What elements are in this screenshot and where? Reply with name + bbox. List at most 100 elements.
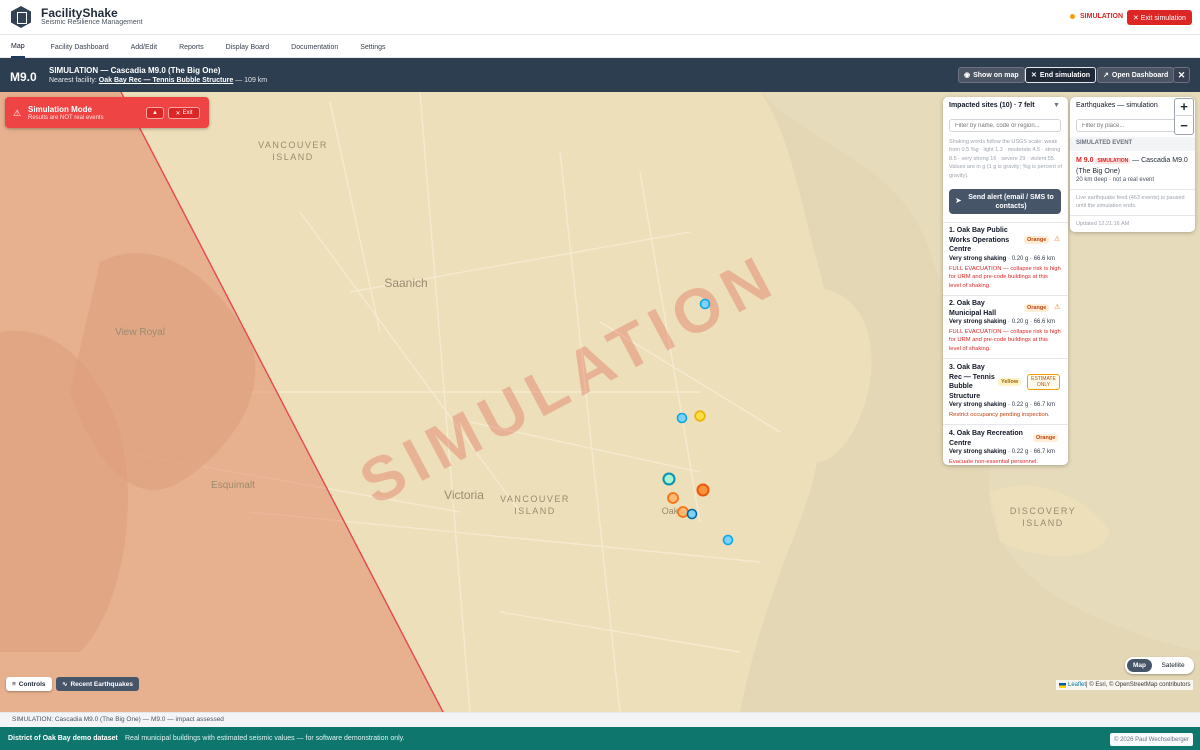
site-shaking: Very strong shaking · 0.22 g · 66.7 km — [949, 402, 1055, 408]
nav-facility-dashboard[interactable]: Facility Dashboard — [51, 36, 109, 58]
place-label: VANCOUVER — [258, 140, 328, 150]
impacted-sites-header: Impacted sites (10) · 7 felt — [949, 102, 1035, 109]
site-shaking: Very strong shaking · 0.20 g · 66.6 km — [949, 319, 1055, 325]
simulation-indicator-label: SIMULATION — [1080, 13, 1124, 20]
alert-level-badge: Orange — [1024, 236, 1050, 244]
open-dashboard-button[interactable]: ↗ Open Dashboard — [1097, 67, 1175, 83]
impacted-site-item[interactable]: 4. Oak Bay Recreation Centre Orange Very… — [943, 424, 1068, 465]
footer-description: Real municipal buildings with estimated … — [125, 735, 405, 742]
impacted-site-item[interactable]: 1. Oak Bay Public Works Operations Centr… — [943, 222, 1068, 293]
divider — [1070, 215, 1195, 216]
site-shaking: Very strong shaking · 0.22 g · 66.7 km — [949, 449, 1055, 455]
site-action: FULL EVACUATION — collapse risk is high … — [949, 329, 1061, 352]
send-alert-button[interactable]: Send alert (email / SMS to contacts) — [949, 189, 1061, 214]
layer-satellite-button[interactable]: Satellite — [1156, 659, 1190, 672]
zoom-out-button[interactable]: − — [1174, 116, 1194, 135]
nearest-prefix: Nearest facility: — [49, 77, 99, 84]
simulation-title: SIMULATION — Cascadia M9.0 (The Big One) — [49, 66, 221, 75]
shaking-values: · 0.20 g · 66.6 km — [1006, 319, 1056, 325]
app-tagline: Seismic Resilience Management — [41, 19, 143, 26]
event-magnitude: M 9.0 — [1076, 157, 1094, 164]
end-simulation-label: End simulation — [1039, 71, 1091, 79]
place-label: DISCOVERY — [1010, 506, 1076, 516]
place-label: Saanich — [384, 276, 427, 290]
close-banner-button[interactable]: ✕ — [1173, 67, 1190, 83]
filter-icon[interactable]: ▼ — [1053, 102, 1060, 109]
facility-marker-blue[interactable] — [686, 508, 698, 520]
footer-dataset: District of Oak Bay demo dataset — [8, 735, 118, 742]
place-label: VANCOUVER — [500, 494, 570, 504]
simulated-event-item[interactable]: M 9.0 SIMULATION — Cascadia M9.0 (The Bi… — [1076, 156, 1191, 176]
warning-icon: ⚠ — [1054, 304, 1061, 311]
site-name: 2. Oak Bay Municipal Hall — [949, 300, 997, 317]
simulation-exit-button[interactable]: ✕ Exit — [168, 107, 200, 119]
status-dot-icon — [1070, 14, 1075, 19]
simulation-tag: SIMULATION — [1095, 158, 1131, 164]
nearest-facility-link[interactable]: Oak Bay Rec — Tennis Bubble Structure — [99, 77, 233, 84]
nearest-facility: Nearest facility: Oak Bay Rec — Tennis B… — [49, 77, 267, 84]
impacted-search-input[interactable] — [949, 119, 1061, 132]
facility-marker-orange[interactable] — [667, 492, 679, 504]
status-bar: SIMULATION: Cascadia M9.0 (The Big One) … — [0, 712, 1200, 727]
place-label: Oak — [662, 506, 679, 516]
zoom-in-button[interactable]: + — [1174, 98, 1194, 116]
show-on-map-button[interactable]: ◉ Show on map — [958, 67, 1025, 83]
estimate-only-badge: ESTIMATE ONLY — [1027, 374, 1060, 390]
leaflet-link[interactable]: Leaflet — [1068, 682, 1086, 688]
facility-marker-orange[interactable] — [696, 483, 710, 497]
facility-marker-blue[interactable] — [722, 534, 734, 546]
place-label: ISLAND — [272, 152, 314, 162]
warning-icon: ⚠ — [1054, 236, 1061, 243]
collapse-card-button[interactable]: ▲ — [146, 107, 164, 119]
simulation-mode-title: Simulation Mode — [28, 105, 92, 114]
nav-add-edit[interactable]: Add/Edit — [131, 36, 157, 58]
site-name: 1. Oak Bay Public Works Operations Centr… — [949, 227, 1010, 253]
shaking-level: Very strong shaking — [949, 402, 1007, 408]
recent-earthquakes-label: Recent Earthquakes — [70, 680, 133, 688]
divider — [1070, 189, 1195, 190]
site-action: Evacuate non-essential personnel. — [949, 459, 1038, 465]
exit-label: Exit — [182, 110, 193, 116]
facility-marker-blue[interactable] — [676, 412, 688, 424]
shaking-values: · 0.20 g · 66.6 km — [1006, 256, 1056, 262]
facility-marker-orange[interactable] — [677, 506, 689, 518]
magnitude-label: M9.0 — [10, 70, 37, 84]
shaking-level: Very strong shaking — [949, 449, 1007, 455]
facility-marker-yellow[interactable] — [694, 410, 706, 422]
eye-icon: ◉ — [964, 72, 971, 79]
impacted-site-item[interactable]: 2. Oak Bay Municipal Hall Orange ⚠ Very … — [943, 295, 1068, 357]
end-simulation-button[interactable]: ✕ End simulation — [1025, 67, 1097, 83]
main-nav: Map Facility Dashboard Add/Edit Reports … — [0, 36, 1200, 58]
alert-level-badge: Orange — [1033, 434, 1059, 442]
layer-map-button[interactable]: Map — [1127, 659, 1152, 672]
facility-marker-selected[interactable] — [662, 472, 676, 486]
site-name: 4. Oak Bay Recreation Centre — [949, 430, 1023, 447]
place-label: Victoria — [444, 488, 484, 502]
place-label: Esquimalt — [211, 480, 255, 491]
shaking-values: · 0.22 g · 66.7 km — [1006, 402, 1056, 408]
nav-map[interactable]: Map — [11, 36, 25, 58]
nav-documentation[interactable]: Documentation — [291, 36, 338, 58]
alert-level-badge: Yellow — [998, 378, 1022, 386]
place-label: ISLAND — [1022, 518, 1064, 528]
top-bar — [0, 0, 1200, 35]
nav-reports[interactable]: Reports — [179, 36, 204, 58]
flag-icon — [1059, 682, 1066, 688]
nearest-distance: — 109 km — [233, 77, 268, 84]
show-on-map-label: Show on map — [973, 71, 1019, 79]
simulation-mode-subtitle: Results are NOT real events — [28, 115, 104, 121]
place-label: ISLAND — [514, 506, 556, 516]
site-name: 3. Oak Bay Rec — Tennis Bubble Structure — [949, 364, 995, 400]
controls-button[interactable]: ≡ Controls — [6, 677, 52, 691]
recent-earthquakes-button[interactable]: ∿ Recent Earthquakes — [56, 677, 139, 691]
site-action: Restrict occupancy pending inspection. — [949, 412, 1050, 418]
app-name: FacilityShake — [41, 6, 118, 20]
x-icon: ✕ — [175, 110, 181, 117]
simulated-event-label: SIMULATED EVENT — [1070, 137, 1195, 151]
nav-display-board[interactable]: Display Board — [226, 36, 270, 58]
facility-marker-blue[interactable] — [699, 298, 711, 310]
earthquake-search-input[interactable] — [1076, 119, 1188, 132]
impacted-site-item[interactable]: 3. Oak Bay Rec — Tennis Bubble Structure… — [943, 358, 1068, 424]
exit-simulation-button[interactable]: ✕ Exit simulation — [1127, 10, 1192, 25]
nav-settings[interactable]: Settings — [360, 36, 385, 58]
